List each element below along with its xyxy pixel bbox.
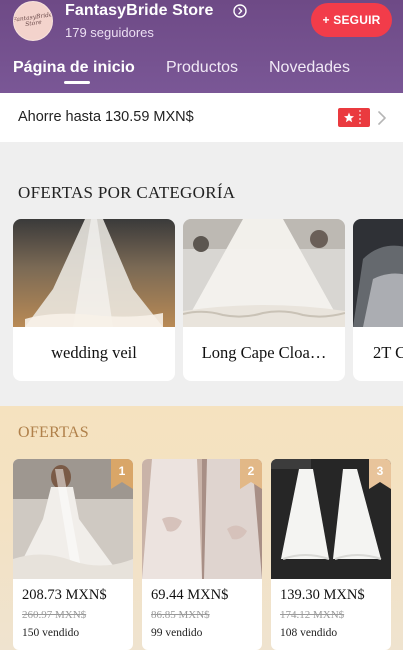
category-image — [13, 219, 175, 327]
deal-price: 208.73 MXN$ — [22, 587, 107, 603]
rank-badge — [111, 459, 133, 489]
deal-card[interactable]: 3 139.30 MXN$ 174.12 MXN$ 108 vendido — [271, 459, 391, 650]
deal-original-price: 260.97 MXN$ — [22, 609, 87, 621]
rank-badge — [369, 459, 391, 489]
deal-price: 69.44 MXN$ — [151, 587, 229, 603]
coupon-icon[interactable] — [338, 108, 370, 127]
store-header: FantasyBride Store FantasyBride Store 17… — [0, 0, 403, 93]
store-name[interactable]: FantasyBride Store — [65, 2, 214, 20]
category-label: Long Cape Cloa… — [201, 343, 327, 362]
deal-sold-count: 99 vendido — [151, 627, 203, 639]
store-tabs: Página de inicio Productos Novedades — [0, 56, 403, 93]
category-image — [353, 219, 403, 327]
deal-price: 139.30 MXN$ — [280, 587, 365, 603]
store-logo-text: FantasyBride Store — [13, 10, 53, 29]
chevron-right-icon[interactable] — [377, 110, 387, 126]
deal-card[interactable]: 2 69.44 MXN$ 86.85 MXN$ 99 vendido — [142, 459, 262, 650]
category-card[interactable]: 2T C — [353, 219, 403, 381]
follow-button[interactable]: + SEGUIR — [311, 3, 392, 37]
tab-home[interactable]: Página de inicio — [13, 59, 135, 77]
deals-title: OFERTAS — [18, 424, 89, 441]
active-tab-indicator — [64, 81, 90, 84]
store-logo[interactable]: FantasyBride Store — [13, 1, 53, 41]
deal-sold-count: 150 vendido — [22, 627, 80, 639]
followers-count: 179 seguidores — [65, 25, 154, 40]
category-card[interactable]: wedding veil — [13, 219, 175, 381]
deal-original-price: 174.12 MXN$ — [280, 609, 345, 621]
category-label: wedding veil — [51, 343, 137, 362]
savings-text: Ahorre hasta 130.59 MXN$ — [18, 109, 194, 125]
category-offers-title: OFERTAS POR CATEGORÍA — [18, 183, 236, 202]
info-icon[interactable] — [233, 4, 247, 18]
tab-products[interactable]: Productos — [166, 59, 238, 77]
deal-original-price: 86.85 MXN$ — [151, 609, 210, 621]
rank-badge — [240, 459, 262, 489]
deal-card[interactable]: 1 208.73 MXN$ 260.97 MXN$ 150 vendido — [13, 459, 133, 650]
category-label: 2T C — [373, 343, 403, 362]
category-image — [183, 219, 345, 327]
tab-new-arrivals[interactable]: Novedades — [269, 59, 350, 77]
deal-sold-count: 108 vendido — [280, 627, 338, 639]
category-card[interactable]: Long Cape Cloa… — [183, 219, 345, 381]
